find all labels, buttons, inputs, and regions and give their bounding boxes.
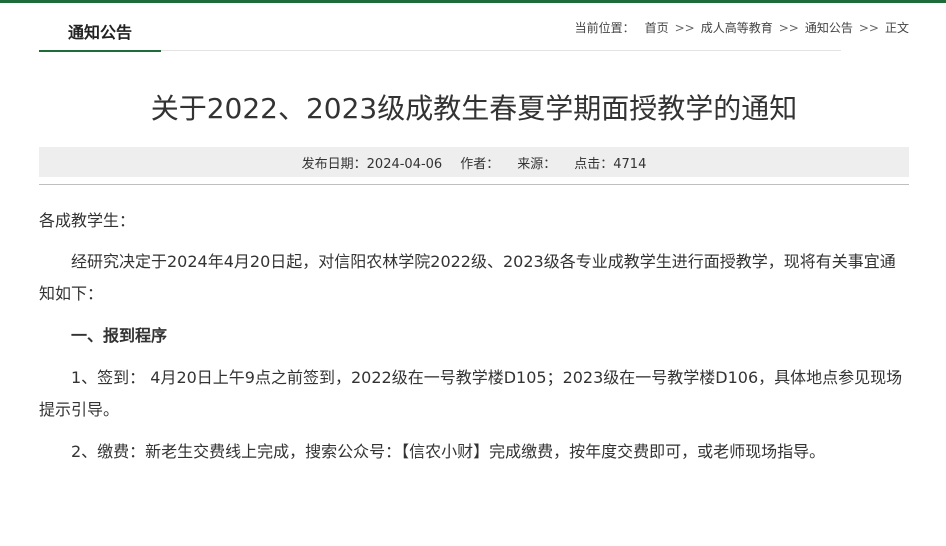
breadcrumb-separator: >> bbox=[778, 20, 799, 35]
meta-divider bbox=[39, 184, 909, 185]
paragraph-sign-in: 1、签到： 4月20日上午9点之前签到，2022级在一号教学楼D105；2023… bbox=[39, 368, 903, 419]
author-label: 作者： bbox=[460, 156, 500, 172]
intro-paragraph: 经研究决定于2024年4月20日起，对信阳农林学院2022级、2023级各专业成… bbox=[39, 252, 896, 303]
section-tab-notices[interactable]: 通知公告 bbox=[39, 12, 161, 52]
salutation: 各成教学生： bbox=[39, 211, 136, 230]
breadcrumb-adult-education-link[interactable]: 成人高等教育 bbox=[701, 19, 773, 36]
breadcrumb: 当前位置： 首页 >> 成人高等教育 >> 通知公告 >> 正文 bbox=[575, 19, 909, 36]
breadcrumb-separator: >> bbox=[674, 20, 695, 35]
paragraph-payment: 2、缴费：新老生交费线上完成，搜索公众号：【信农小财】完成缴费，按年度交费即可，… bbox=[71, 442, 826, 461]
article-title: 关于2022、2023级成教生春夏学期面授教学的通知 bbox=[150, 92, 798, 125]
top-accent-strip bbox=[0, 0, 946, 3]
article-body: 各成教学生： 经研究决定于2024年4月20日起，对信阳农林学院2022级、20… bbox=[39, 205, 911, 478]
header-divider bbox=[161, 50, 841, 51]
breadcrumb-prefix: 当前位置： bbox=[574, 21, 635, 35]
publish-date: 发布日期：2024-04-06 bbox=[301, 156, 443, 172]
breadcrumb-separator: >> bbox=[858, 20, 879, 35]
article-meta-bar: 发布日期：2024-04-06 作者： 来源： 点击：4714 bbox=[39, 147, 909, 177]
section-heading-registration: 一、报到程序 bbox=[71, 326, 168, 345]
breadcrumb-notices-link[interactable]: 通知公告 bbox=[805, 19, 853, 36]
click-count: 点击：4714 bbox=[574, 156, 647, 172]
source-label: 来源： bbox=[517, 156, 557, 172]
breadcrumb-current: 正文 bbox=[884, 21, 909, 35]
header-bar: 通知公告 当前位置： 首页 >> 成人高等教育 >> 通知公告 >> 正文 bbox=[39, 12, 909, 52]
breadcrumb-home-link[interactable]: 首页 bbox=[645, 19, 669, 36]
